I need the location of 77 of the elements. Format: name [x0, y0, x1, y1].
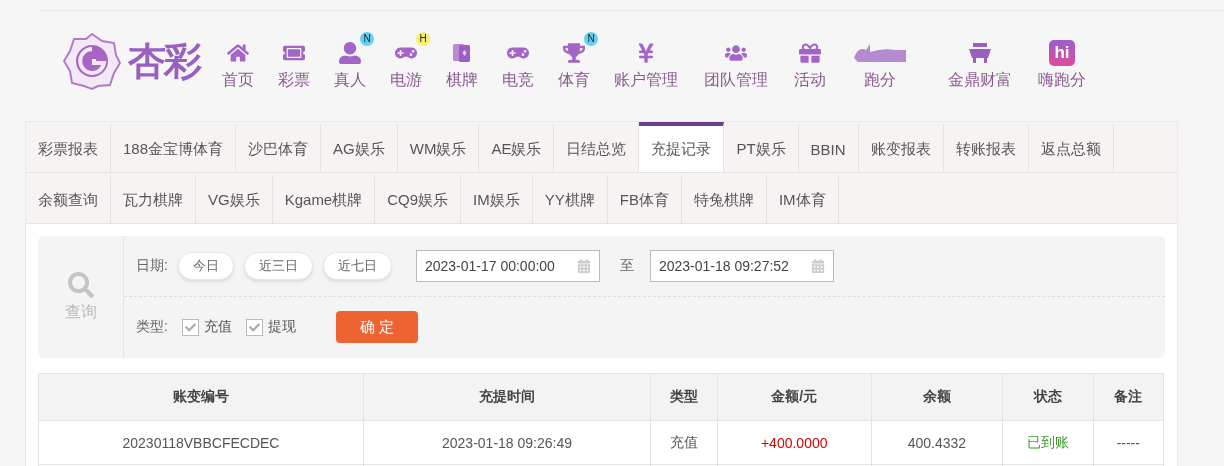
table-cell: 已到账 — [1002, 420, 1094, 465]
nav-item[interactable]: 账户管理 — [604, 31, 688, 91]
nav-item[interactable]: 首页 — [212, 31, 264, 91]
tab[interactable]: 188金宝博体育 — [111, 122, 237, 172]
tab[interactable]: 沙巴体育 — [236, 122, 322, 172]
calendar-icon — [576, 259, 591, 273]
tab[interactable]: Kgame棋牌 — [272, 173, 376, 223]
nav-item[interactable]: 电竞 — [492, 31, 544, 91]
tab[interactable]: IM体育 — [766, 173, 839, 223]
date-field[interactable]: 2023-01-18 09:27:52 — [649, 250, 834, 282]
column-header: 账变编号 — [38, 373, 364, 421]
tab[interactable]: IM娱乐 — [461, 173, 533, 223]
range-button[interactable]: 近三日 — [243, 252, 313, 280]
tab[interactable]: WM娱乐 — [397, 122, 480, 172]
range-button[interactable]: 近七日 — [322, 252, 392, 280]
check-icon — [184, 321, 196, 333]
column-header: 备注 — [1093, 373, 1164, 421]
table-cell: 400.4332 — [871, 420, 1003, 465]
nav-item[interactable]: N 体育 — [548, 31, 600, 91]
table-cell: 2023-01-18 09:26:49 — [363, 420, 651, 465]
tab[interactable]: 余额查询 — [26, 173, 111, 223]
gift-icon — [799, 42, 821, 64]
nav-item[interactable]: 棋牌 — [436, 31, 488, 91]
logo-text: 杏彩 — [128, 38, 200, 84]
tab[interactable]: AE娱乐 — [479, 122, 555, 172]
tab[interactable]: CQ9娱乐 — [375, 173, 462, 223]
range-button[interactable]: 今日 — [177, 252, 234, 280]
table-cell: 充值 — [650, 420, 717, 465]
type-checkbox[interactable]: 提现 — [245, 318, 296, 336]
tab[interactable]: 充提记录 — [639, 122, 725, 172]
nav-item[interactable]: H 电游 — [380, 31, 432, 91]
search-icon — [67, 271, 94, 298]
tab[interactable]: YY棋牌 — [532, 173, 608, 223]
tab[interactable]: AG娱乐 — [321, 122, 398, 172]
badge: H — [416, 32, 430, 46]
badge: N — [584, 32, 598, 46]
nav-item[interactable]: 跑分 — [842, 31, 918, 91]
date-field[interactable]: 2023-01-17 00:00:00 — [415, 250, 600, 282]
query-label: 查询 — [64, 301, 97, 322]
nav-item[interactable]: N 真人 — [324, 31, 376, 91]
nav-item[interactable]: 团队管理 — [694, 31, 778, 91]
range-separator: 至 — [619, 257, 634, 275]
table-cell: ----- — [1093, 420, 1164, 465]
table-cell: 20230118VBBCFECDEC — [38, 420, 364, 465]
column-header: 充提时间 — [363, 373, 651, 421]
cauldron-icon — [966, 41, 994, 65]
type-label: 类型: — [136, 318, 168, 336]
check-icon — [248, 321, 260, 333]
column-header: 类型 — [650, 373, 717, 421]
table-cell: +400.0000 — [717, 420, 872, 465]
tab[interactable]: 返点总额 — [1028, 122, 1114, 172]
logo-emblem — [62, 31, 122, 91]
calendar-icon — [810, 259, 825, 273]
nav-item[interactable]: 金鼎财富 — [938, 31, 1022, 91]
date-label: 日期: — [136, 257, 168, 275]
tab[interactable]: BBIN — [798, 122, 859, 172]
column-header: 金额/元 — [717, 373, 872, 421]
person-icon — [339, 42, 361, 64]
tab[interactable]: 特兔棋牌 — [681, 173, 767, 223]
tab[interactable]: 彩票报表 — [26, 122, 111, 172]
users-icon — [725, 42, 747, 64]
tab[interactable]: 转账报表 — [943, 122, 1029, 172]
column-header: 余额 — [871, 373, 1003, 421]
trophy-icon — [563, 42, 585, 64]
home-icon — [227, 42, 249, 64]
nav-item[interactable]: hi 嗨跑分 — [1028, 31, 1096, 91]
nav-item[interactable]: 彩票 — [268, 31, 320, 91]
column-header: 状态 — [1002, 373, 1094, 421]
tab[interactable]: 瓦力棋牌 — [111, 173, 196, 223]
nav-item[interactable]: 活动 — [784, 31, 836, 91]
tab[interactable]: 账变报表 — [858, 122, 944, 172]
type-checkbox[interactable]: 充值 — [181, 318, 232, 336]
tab[interactable]: VG娱乐 — [196, 173, 273, 223]
badge: N — [360, 32, 374, 46]
tab[interactable]: PT娱乐 — [724, 122, 799, 172]
app-icon: hi — [1049, 40, 1075, 66]
tab[interactable]: FB体育 — [607, 173, 682, 223]
